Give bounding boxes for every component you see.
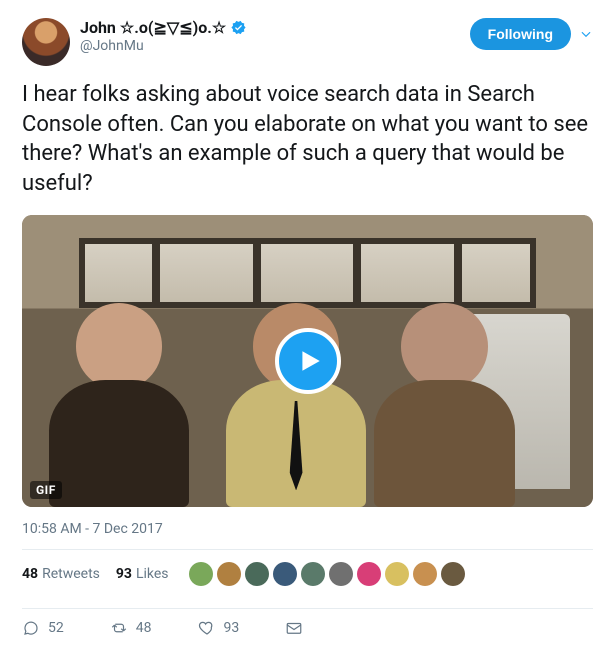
liker-avatar[interactable] xyxy=(329,562,353,586)
tweet-text: I hear folks asking about voice search d… xyxy=(22,80,593,199)
dm-button[interactable] xyxy=(285,619,303,637)
liker-avatar[interactable] xyxy=(413,562,437,586)
reply-count: 52 xyxy=(48,620,64,636)
following-button[interactable]: Following xyxy=(470,18,571,50)
tweet-card: John ☆.o(≧▽≦)o.☆ @JohnMu Following I hea… xyxy=(0,0,615,653)
verified-icon xyxy=(230,19,247,36)
actions-row: 52 48 93 xyxy=(22,609,593,643)
retweet-button[interactable]: 48 xyxy=(110,619,152,637)
likes-stat[interactable]: 93Likes xyxy=(116,566,169,582)
liker-avatars[interactable] xyxy=(189,562,465,586)
liker-avatar[interactable] xyxy=(217,562,241,586)
gif-badge: GIF xyxy=(30,481,62,499)
display-name[interactable]: John ☆.o(≧▽≦)o.☆ xyxy=(80,18,226,37)
like-count: 93 xyxy=(224,620,240,636)
liker-avatar[interactable] xyxy=(189,562,213,586)
retweet-icon xyxy=(110,619,128,637)
retweets-stat[interactable]: 48Retweets xyxy=(22,566,100,582)
reply-icon xyxy=(22,619,40,637)
user-names: John ☆.o(≧▽≦)o.☆ @JohnMu xyxy=(80,18,460,54)
envelope-icon xyxy=(285,619,303,637)
timestamp[interactable]: 10:58 AM - 7 Dec 2017 xyxy=(22,521,593,537)
liker-avatar[interactable] xyxy=(441,562,465,586)
liker-avatar[interactable] xyxy=(357,562,381,586)
chevron-down-icon[interactable] xyxy=(579,27,593,41)
tweet-header: John ☆.o(≧▽≦)o.☆ @JohnMu Following xyxy=(22,18,593,66)
user-handle[interactable]: @JohnMu xyxy=(80,38,460,54)
liker-avatar[interactable] xyxy=(273,562,297,586)
liker-avatar[interactable] xyxy=(385,562,409,586)
reply-button[interactable]: 52 xyxy=(22,619,64,637)
liker-avatar[interactable] xyxy=(245,562,269,586)
play-icon xyxy=(297,348,323,374)
play-button[interactable] xyxy=(275,328,341,394)
like-button[interactable]: 93 xyxy=(198,619,240,637)
liker-avatar[interactable] xyxy=(301,562,325,586)
heart-icon xyxy=(198,619,216,637)
stats-row: 48Retweets 93Likes xyxy=(22,550,593,596)
avatar[interactable] xyxy=(22,18,70,66)
media-gif[interactable]: GIF xyxy=(22,215,593,507)
retweet-count: 48 xyxy=(136,620,152,636)
